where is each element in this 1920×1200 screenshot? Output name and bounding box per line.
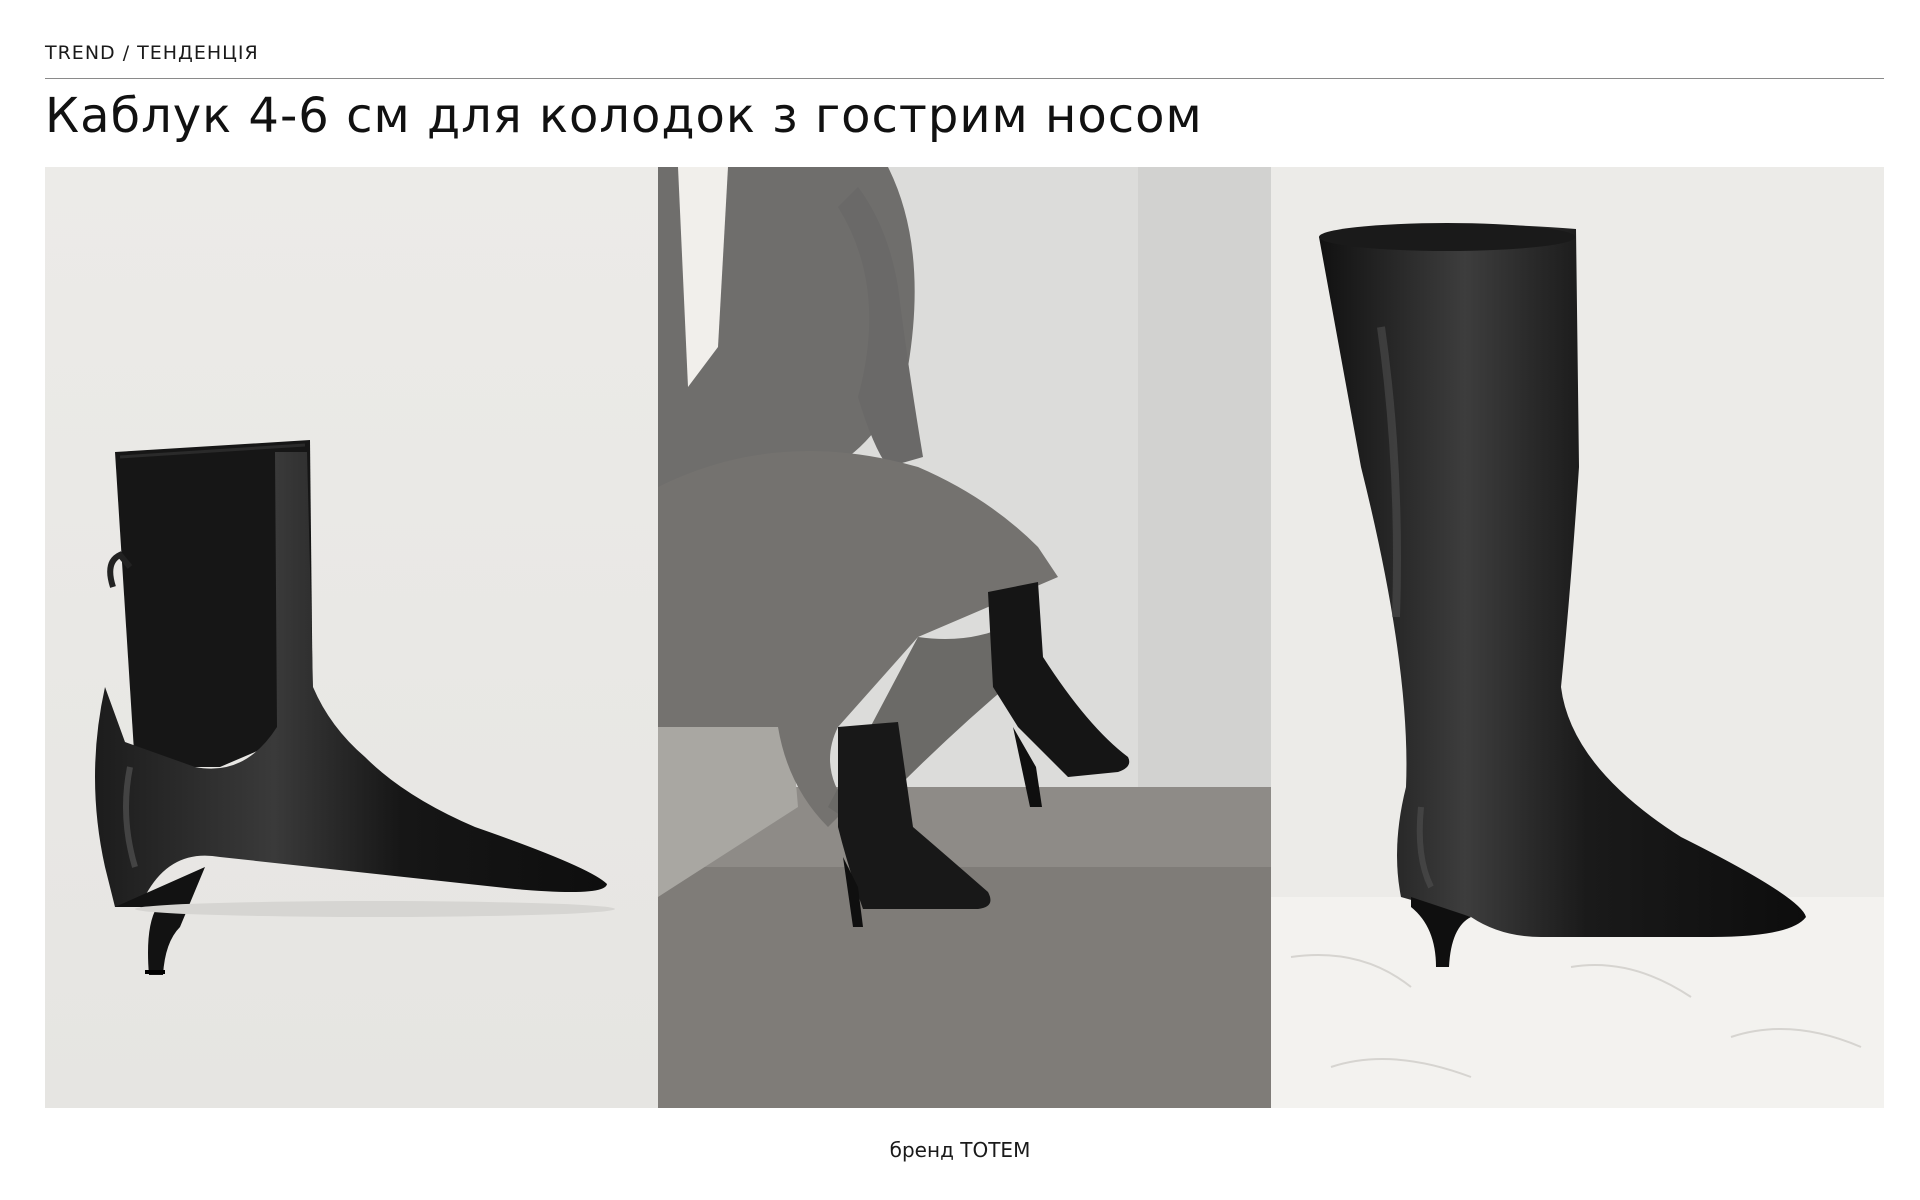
- brand-caption: бренд TOTEM: [889, 1138, 1031, 1162]
- model-wearing-boots-photo: [658, 167, 1271, 1108]
- ankle-boot-photo: [45, 167, 658, 1108]
- knee-high-boot-photo: [1271, 167, 1884, 1108]
- section-kicker: TREND / ТЕНДЕНЦІЯ: [45, 42, 259, 64]
- header-divider: [45, 78, 1884, 79]
- page-title: Каблук 4-6 см для колодок з гострим носо…: [45, 88, 1203, 144]
- photo-grid: [45, 167, 1884, 1108]
